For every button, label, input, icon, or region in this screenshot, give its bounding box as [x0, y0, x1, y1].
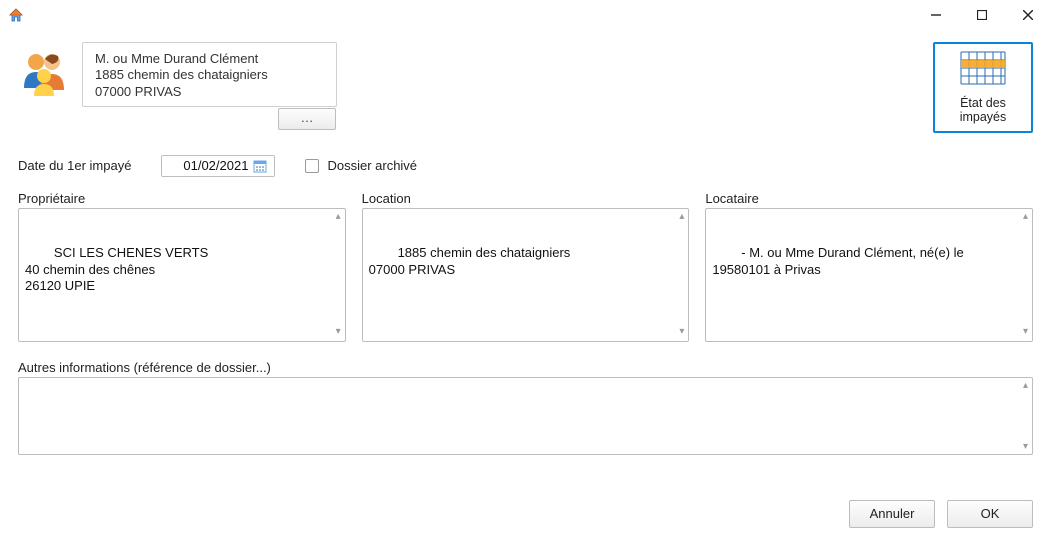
cancel-button[interactable]: Annuler	[849, 500, 935, 528]
address-line-1: M. ou Mme Durand Clément	[95, 51, 324, 67]
other-info-label: Autres informations (référence de dossie…	[18, 360, 1033, 375]
address-line-3: 07000 PRIVAS	[95, 84, 324, 100]
date-input[interactable]	[162, 158, 250, 173]
scroll-down-icon[interactable]: ▾	[1023, 326, 1028, 339]
close-button[interactable]	[1005, 0, 1051, 30]
other-info-textbox[interactable]: ▴ ▾	[18, 377, 1033, 455]
proprietaire-text: SCI LES CHENES VERTS 40 chemin des chêne…	[25, 245, 208, 293]
scroll-up-icon[interactable]: ▴	[679, 211, 684, 224]
date-label: Date du 1er impayé	[18, 158, 131, 173]
etat-label-1: État des	[939, 97, 1027, 111]
locataire-text: - M. ou Mme Durand Clément, né(e) le 195…	[712, 245, 967, 276]
home-icon	[8, 7, 24, 23]
titlebar	[0, 0, 1051, 30]
archive-label: Dossier archivé	[327, 158, 417, 173]
etat-label-2: impayés	[939, 111, 1027, 125]
locataire-label: Locataire	[705, 191, 1033, 206]
more-button[interactable]: …	[278, 108, 336, 130]
etat-impayes-button[interactable]: État des impayés	[933, 42, 1033, 133]
checkbox-box[interactable]	[305, 159, 319, 173]
location-text: 1885 chemin des chataigniers 07000 PRIVA…	[369, 245, 571, 276]
location-textbox[interactable]: ▴ 1885 chemin des chataigniers 07000 PRI…	[362, 208, 690, 342]
location-label: Location	[362, 191, 690, 206]
minimize-button[interactable]	[913, 0, 959, 30]
locataire-textbox[interactable]: ▴ - M. ou Mme Durand Clément, né(e) le 1…	[705, 208, 1033, 342]
address-line-2: 1885 chemin des chataigniers	[95, 67, 324, 83]
archive-checkbox[interactable]: Dossier archivé	[305, 158, 417, 173]
address-card: M. ou Mme Durand Clément 1885 chemin des…	[82, 42, 337, 107]
scroll-down-icon[interactable]: ▾	[336, 326, 341, 339]
scroll-up-icon[interactable]: ▴	[1023, 211, 1028, 224]
ok-button[interactable]: OK	[947, 500, 1033, 528]
calendar-icon[interactable]	[250, 156, 270, 176]
maximize-button[interactable]	[959, 0, 1005, 30]
window-controls	[913, 0, 1051, 30]
proprietaire-textbox[interactable]: ▴ SCI LES CHENES VERTS 40 chemin des chê…	[18, 208, 346, 342]
people-icon	[18, 46, 70, 98]
scroll-up-icon[interactable]: ▴	[1023, 380, 1028, 391]
scroll-down-icon[interactable]: ▾	[679, 326, 684, 339]
proprietaire-label: Propriétaire	[18, 191, 346, 206]
date-field[interactable]	[161, 155, 275, 177]
scroll-up-icon[interactable]: ▴	[336, 211, 341, 224]
scroll-down-icon[interactable]: ▾	[1023, 441, 1028, 452]
calendar-grid-icon	[959, 50, 1007, 90]
